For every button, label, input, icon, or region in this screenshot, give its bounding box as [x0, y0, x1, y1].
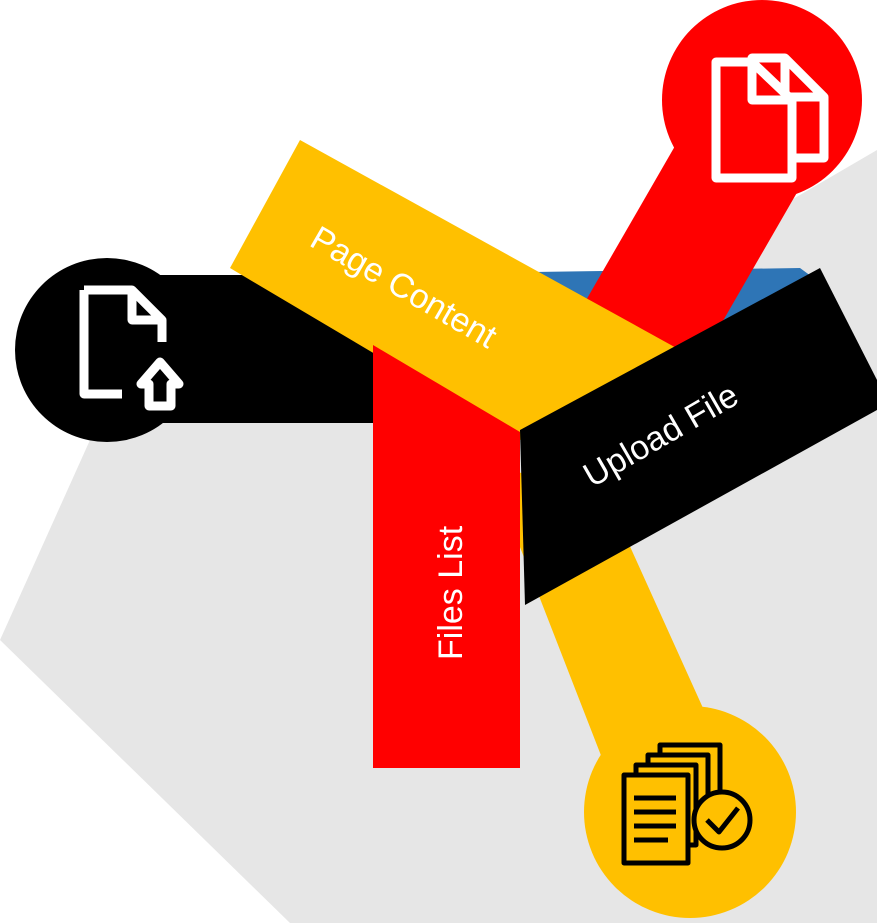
diagram-canvas: Page Content Upload File Files List: [0, 0, 877, 923]
files-list-label: Files List: [432, 525, 470, 660]
